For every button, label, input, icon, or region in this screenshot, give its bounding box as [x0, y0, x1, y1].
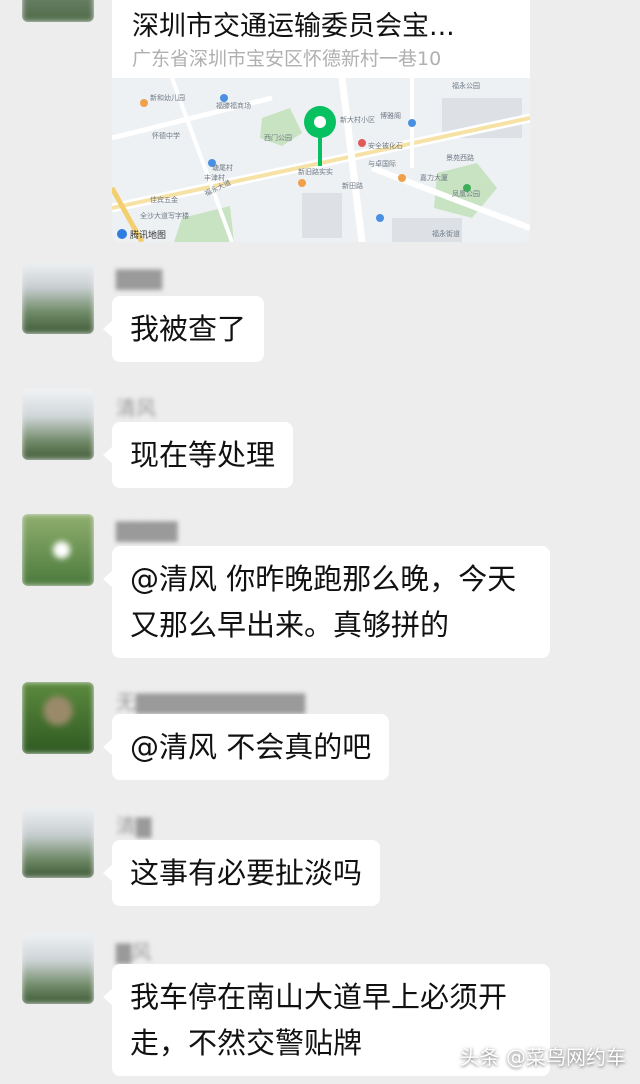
location-title: 深圳市交通运输委员会宝...: [132, 11, 455, 42]
message-bubble[interactable]: @清风 你昨晚跑那么晚，今天又那么早出来。真够拼的: [103, 546, 550, 658]
map-graphic: 新和幼儿园 福滕福商场 西门公园 新大村小区 博雅阁 安全被化石 福永大道 新田…: [112, 78, 530, 242]
svg-text:丰津村: 丰津村: [204, 173, 225, 182]
svg-text:福永公园: 福永公园: [452, 81, 480, 90]
svg-text:安全被化石: 安全被化石: [368, 141, 403, 150]
avatar[interactable]: [22, 932, 94, 1004]
svg-text:怀德中学: 怀德中学: [152, 131, 180, 140]
avatar[interactable]: [22, 682, 94, 754]
sender-name: 清风: [116, 396, 156, 420]
message-bubble[interactable]: 现在等处理: [102, 422, 294, 488]
svg-text:景苑西路: 景苑西路: [446, 153, 474, 162]
map-provider: 腾讯地图: [130, 229, 166, 241]
sender-name: 无▇▇▇▇▇▇▇▇▇▇▇: [116, 690, 306, 714]
sender-name: ▇▇▇▇: [116, 518, 178, 542]
svg-text:全沙大道写字楼: 全沙大道写字楼: [140, 211, 189, 220]
svg-text:新旧路实实: 新旧路实实: [298, 167, 333, 176]
location-address: 广东省深圳市宝安区怀德新村一巷10: [132, 48, 442, 70]
message-bubble[interactable]: 我被查了: [102, 296, 265, 362]
svg-text:新和幼儿园: 新和幼儿园: [150, 93, 185, 102]
svg-text:福滕福商场: 福滕福商场: [216, 101, 251, 110]
map-preview[interactable]: 新和幼儿园 福滕福商场 西门公园 新大村小区 博雅阁 安全被化石 福永大道 新田…: [112, 78, 530, 242]
svg-text:塘尾村: 塘尾村: [212, 163, 233, 172]
sender-name: ▇风: [116, 940, 152, 964]
avatar[interactable]: [22, 806, 94, 878]
avatar[interactable]: [22, 262, 94, 334]
avatar[interactable]: [22, 0, 94, 22]
avatar[interactable]: [22, 388, 94, 460]
message-bubble[interactable]: 这事有必要扯淡吗: [102, 840, 381, 906]
message-bubble[interactable]: @清风 不会真的吧: [102, 714, 390, 780]
svg-text:与卓国际: 与卓国际: [368, 159, 396, 168]
svg-text:西门公园: 西门公园: [264, 133, 292, 142]
location-card[interactable]: 深圳市交通运输委员会宝... 广东省深圳市宝安区怀德新村一巷10 新和幼儿园 福…: [112, 0, 530, 242]
avatar[interactable]: [22, 514, 94, 586]
svg-text:博雅阁: 博雅阁: [380, 111, 401, 120]
svg-text:凤凰公园: 凤凰公园: [452, 190, 480, 198]
svg-text:新大村小区: 新大村小区: [340, 115, 375, 124]
sender-name: ▇▇▇: [116, 266, 163, 290]
sender-name: 清▇: [116, 814, 152, 838]
watermark: 头条 @菜鸟网约车: [459, 1045, 626, 1069]
svg-text:新田路: 新田路: [342, 181, 363, 190]
svg-text:佳宾五金: 佳宾五金: [150, 195, 178, 204]
svg-text:嘉力大厦: 嘉力大厦: [420, 173, 448, 182]
svg-text:福永街道: 福永街道: [432, 229, 460, 238]
tencent-map-logo-icon: [117, 229, 127, 239]
